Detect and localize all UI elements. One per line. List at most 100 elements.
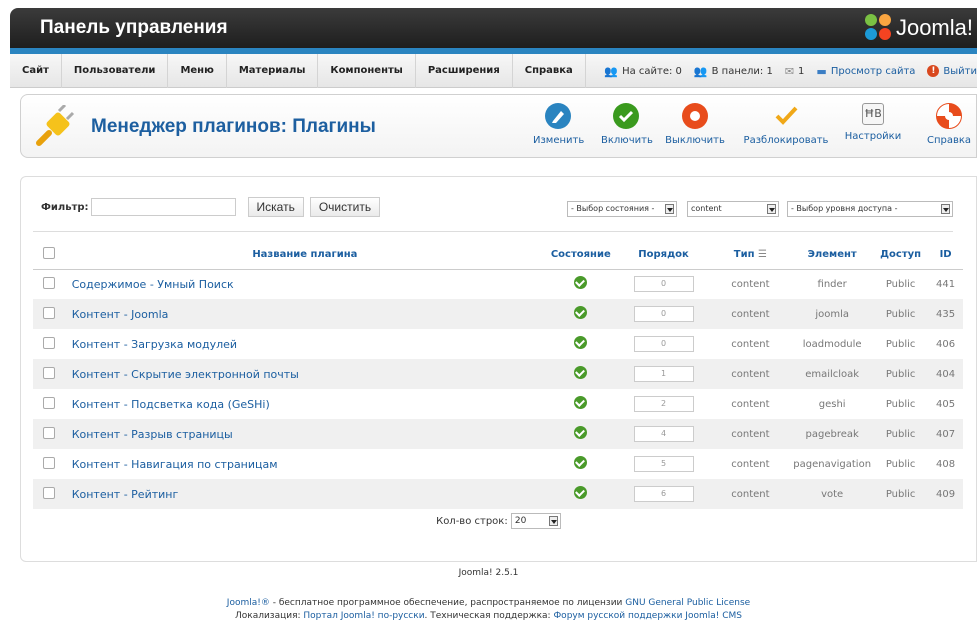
menu-item-content[interactable]: Материалы: [227, 54, 319, 88]
row-checkbox[interactable]: [43, 396, 56, 409]
gpl-link[interactable]: GNU General Public License: [625, 598, 750, 608]
plugin-access: Public: [873, 359, 929, 389]
table-row: Контент - Загрузка модулей 0 content loadmo…: [33, 329, 963, 359]
menu-item-users[interactable]: Пользователи: [62, 54, 169, 88]
joomla-link[interactable]: Joomla!®: [227, 598, 270, 608]
order-input[interactable]: 0: [633, 306, 694, 322]
plugin-element: joomla: [791, 299, 874, 329]
search-button[interactable]: Искать: [247, 197, 304, 217]
state-filter-select[interactable]: - Выбор состояния -: [567, 201, 677, 217]
menu-bar: Сайт Пользователи Меню Материалы Компоне…: [10, 54, 977, 88]
type-filter-select[interactable]: content: [687, 201, 779, 217]
plugin-element: finder: [791, 269, 874, 299]
enabled-check-icon[interactable]: [574, 306, 588, 319]
edit-button[interactable]: Изменить: [533, 103, 584, 146]
view-site-link[interactable]: ▬ Просмотр сайта: [816, 65, 915, 78]
enabled-check-icon[interactable]: [574, 276, 588, 290]
plugin-icon: [36, 105, 75, 146]
enabled-check-icon[interactable]: [574, 426, 588, 439]
plugin-access: Public: [873, 419, 929, 449]
access-filter-select[interactable]: - Выбор уровня доступа -: [787, 201, 953, 217]
plugin-name-link[interactable]: Контент - Подсветка кода (GeSHi): [65, 389, 544, 419]
select-all-checkbox[interactable]: [43, 247, 56, 260]
plugin-element: pagebreak: [791, 419, 874, 449]
enable-button[interactable]: Включить: [601, 103, 653, 146]
joomla-logo-text: Joomla!: [895, 15, 973, 40]
order-input[interactable]: 0: [633, 336, 694, 352]
col-id-header[interactable]: ID: [928, 241, 963, 270]
portal-link[interactable]: Портал Joomla! по-русски: [303, 611, 424, 621]
sort-icon: ☰: [758, 249, 767, 261]
col-element-header[interactable]: Элемент: [791, 241, 874, 270]
users-in-panel: 👥 В панели: 1: [693, 64, 773, 78]
clear-button[interactable]: Очистить: [309, 197, 381, 217]
col-state-header[interactable]: Состояние: [543, 241, 618, 270]
forum-link[interactable]: Форум русской поддержки Joomla! CMS: [553, 611, 742, 621]
plugin-name-link[interactable]: Контент - Загрузка модулей: [65, 329, 544, 359]
filter-search-input[interactable]: [90, 198, 236, 216]
plugin-type: content: [709, 389, 792, 419]
col-name-header[interactable]: Название плагина: [65, 241, 544, 270]
enabled-check-icon[interactable]: [574, 336, 588, 349]
row-checkbox[interactable]: [43, 456, 56, 469]
chevron-down-icon: [941, 204, 950, 214]
toolbar: Менеджер плагинов: Плагины Изменить Вклю…: [20, 94, 977, 158]
chevron-down-icon: [665, 204, 674, 214]
row-checkbox[interactable]: [43, 486, 56, 499]
options-button[interactable]: ĦΒ Настройки: [843, 103, 903, 142]
plugin-access: Public: [873, 269, 929, 299]
enabled-check-icon[interactable]: [574, 456, 588, 469]
rows-per-page-label: Кол-во строк:: [436, 516, 508, 527]
row-checkbox[interactable]: [43, 366, 56, 379]
help-button[interactable]: Справка: [921, 103, 977, 146]
plugin-name-link[interactable]: Контент - Навигация по страницам: [65, 449, 544, 479]
checkin-icon: [773, 103, 799, 129]
plugin-type: content: [709, 299, 792, 329]
col-access-header[interactable]: Доступ: [873, 241, 929, 270]
menu-item-extensions[interactable]: Расширения: [416, 54, 513, 88]
menu-item-site[interactable]: Сайт: [10, 54, 62, 88]
plugin-name-link[interactable]: Содержимое - Умный Поиск: [65, 269, 544, 299]
plugin-name-link[interactable]: Контент - Рейтинг: [65, 479, 544, 509]
joomla-logo-icon: [864, 14, 893, 42]
col-order-header[interactable]: Порядок: [617, 241, 710, 270]
row-checkbox[interactable]: [43, 276, 56, 289]
footer-version: Joomla! 2.5.1: [458, 568, 519, 578]
row-checkbox[interactable]: [43, 306, 56, 319]
plugin-id: 408: [928, 449, 963, 479]
stop-circle-icon: [682, 103, 708, 129]
order-input[interactable]: 1: [633, 366, 694, 382]
order-input[interactable]: 6: [633, 486, 694, 502]
menu-item-help[interactable]: Справка: [513, 54, 586, 88]
order-input[interactable]: 4: [633, 426, 694, 442]
plugin-name-link[interactable]: Контент - Скрытие электронной почты: [65, 359, 544, 389]
menu-item-components[interactable]: Компоненты: [318, 54, 416, 88]
menu-item-menus[interactable]: Меню: [168, 54, 227, 88]
order-input[interactable]: 0: [633, 276, 694, 293]
chevron-down-icon: [767, 204, 776, 214]
enabled-check-icon[interactable]: [574, 486, 588, 499]
unlock-button[interactable]: Разблокировать: [743, 103, 829, 146]
plugin-id: 404: [928, 359, 963, 389]
joomla-logo[interactable]: Joomla!: [864, 14, 973, 42]
plugin-type: content: [709, 479, 792, 509]
enabled-check-icon[interactable]: [574, 396, 588, 409]
logout-icon: !: [927, 65, 940, 77]
plugin-element: loadmodule: [791, 329, 874, 359]
rows-per-page-select[interactable]: 20: [510, 513, 561, 529]
filter-label: Фильтр:: [41, 201, 89, 213]
row-checkbox[interactable]: [43, 336, 56, 349]
enabled-check-icon[interactable]: [574, 366, 588, 379]
order-input[interactable]: 2: [633, 396, 694, 412]
plugin-name-link[interactable]: Контент - Разрыв страницы: [65, 419, 544, 449]
order-input[interactable]: 5: [633, 456, 694, 472]
plugins-panel: Фильтр: Искать Очистить - Выбор состояни…: [20, 176, 977, 562]
messages-count[interactable]: ✉ 1: [785, 65, 805, 78]
row-checkbox[interactable]: [43, 426, 56, 439]
users-icon: 👥: [604, 64, 619, 78]
plugins-table: Название плагина Состояние Порядок Тип ☰…: [33, 241, 963, 509]
disable-button[interactable]: Выключить: [665, 103, 725, 146]
logout-link[interactable]: ! Выйти: [927, 65, 977, 77]
col-type-header[interactable]: Тип ☰: [709, 241, 792, 270]
plugin-name-link[interactable]: Контент - Joomla: [65, 299, 544, 329]
